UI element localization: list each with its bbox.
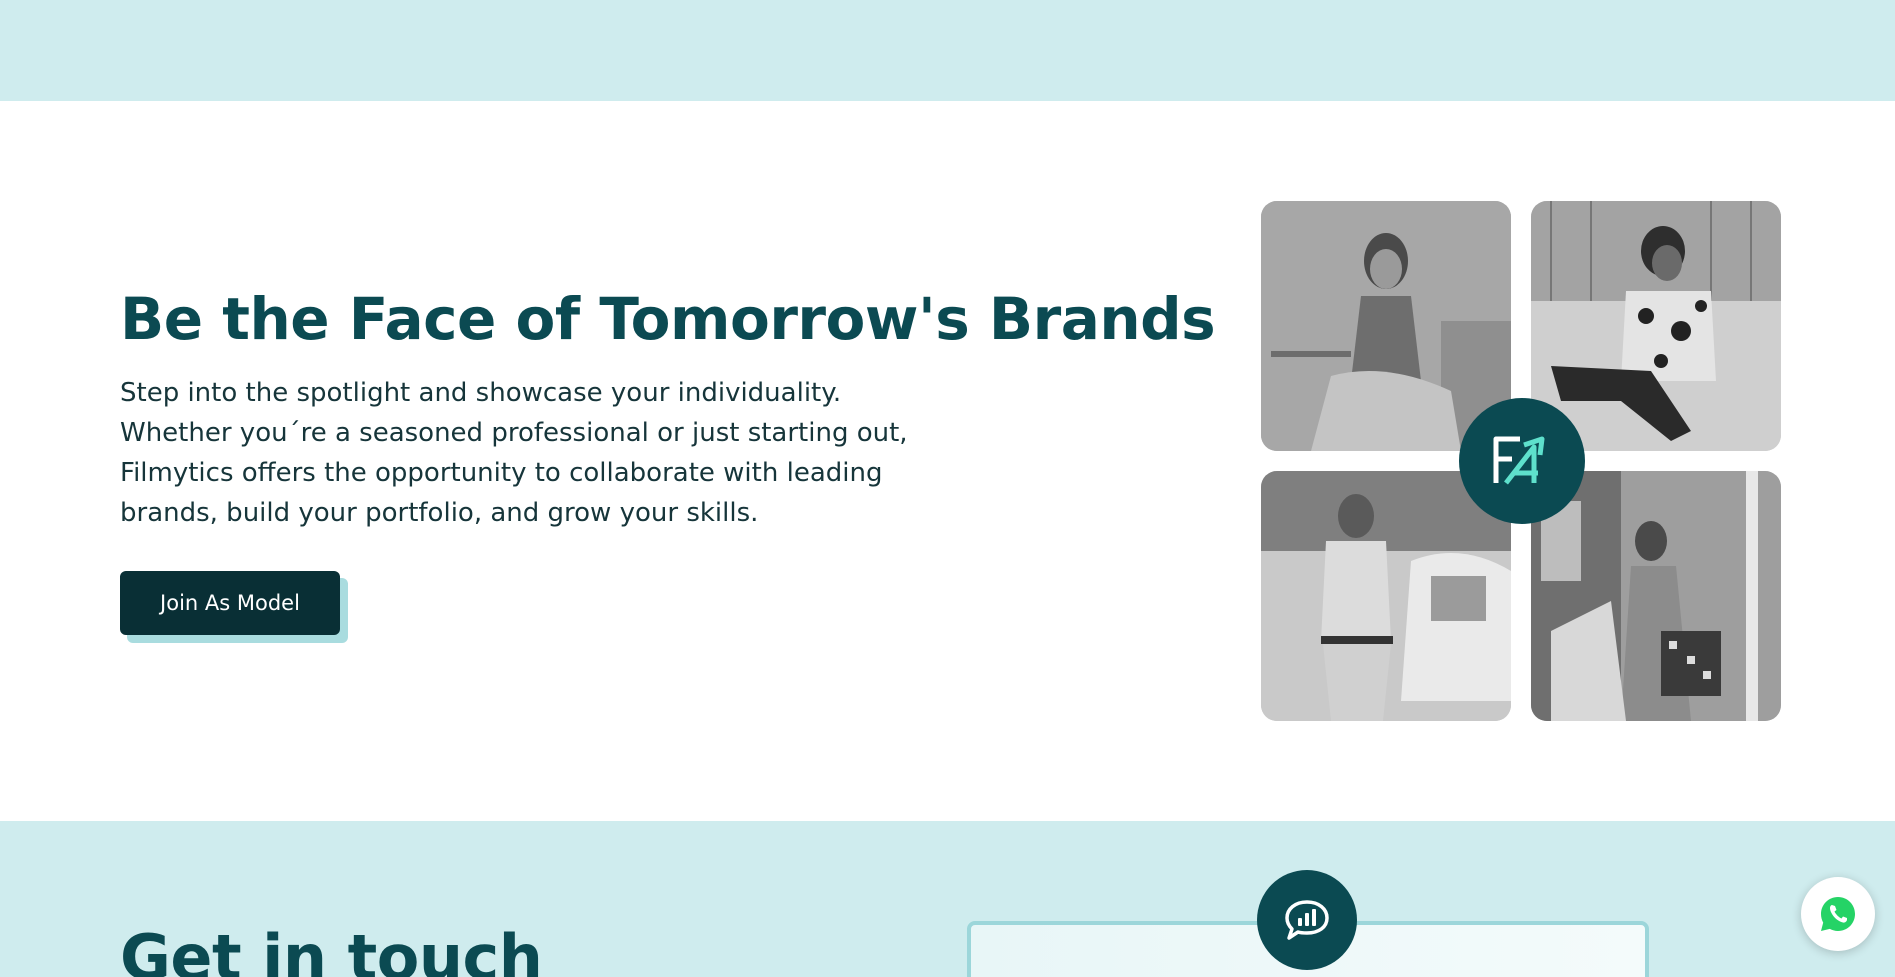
whatsapp-icon [1821, 897, 1855, 931]
top-band [0, 0, 1895, 101]
chat-analytics-icon [1257, 870, 1357, 970]
model-photo-1 [1261, 201, 1511, 451]
hero-description: Step into the spotlight and showcase you… [120, 378, 908, 528]
join-button-wrapper: Join As Model [120, 571, 348, 643]
photo-man-by-car [1261, 471, 1511, 721]
join-as-model-button[interactable]: Join As Model [120, 571, 340, 635]
model-photo-3 [1261, 471, 1511, 721]
model-gallery [1261, 201, 1781, 721]
photo-woman-with-bag [1531, 471, 1781, 721]
hero-section: Be the Face of Tomorrow's Brands Step in… [0, 101, 1895, 821]
hero-title: Be the Face of Tomorrow's Brands [120, 285, 1216, 353]
filmytics-logo-icon [1459, 398, 1585, 524]
model-photo-4 [1531, 471, 1781, 721]
photo-woman-seated [1261, 201, 1511, 451]
model-photo-2 [1531, 201, 1781, 451]
whatsapp-button[interactable] [1801, 877, 1875, 951]
photo-man-seated [1531, 201, 1781, 451]
contact-title: Get in touch [120, 921, 543, 977]
contact-section: Get in touch [0, 821, 1895, 977]
